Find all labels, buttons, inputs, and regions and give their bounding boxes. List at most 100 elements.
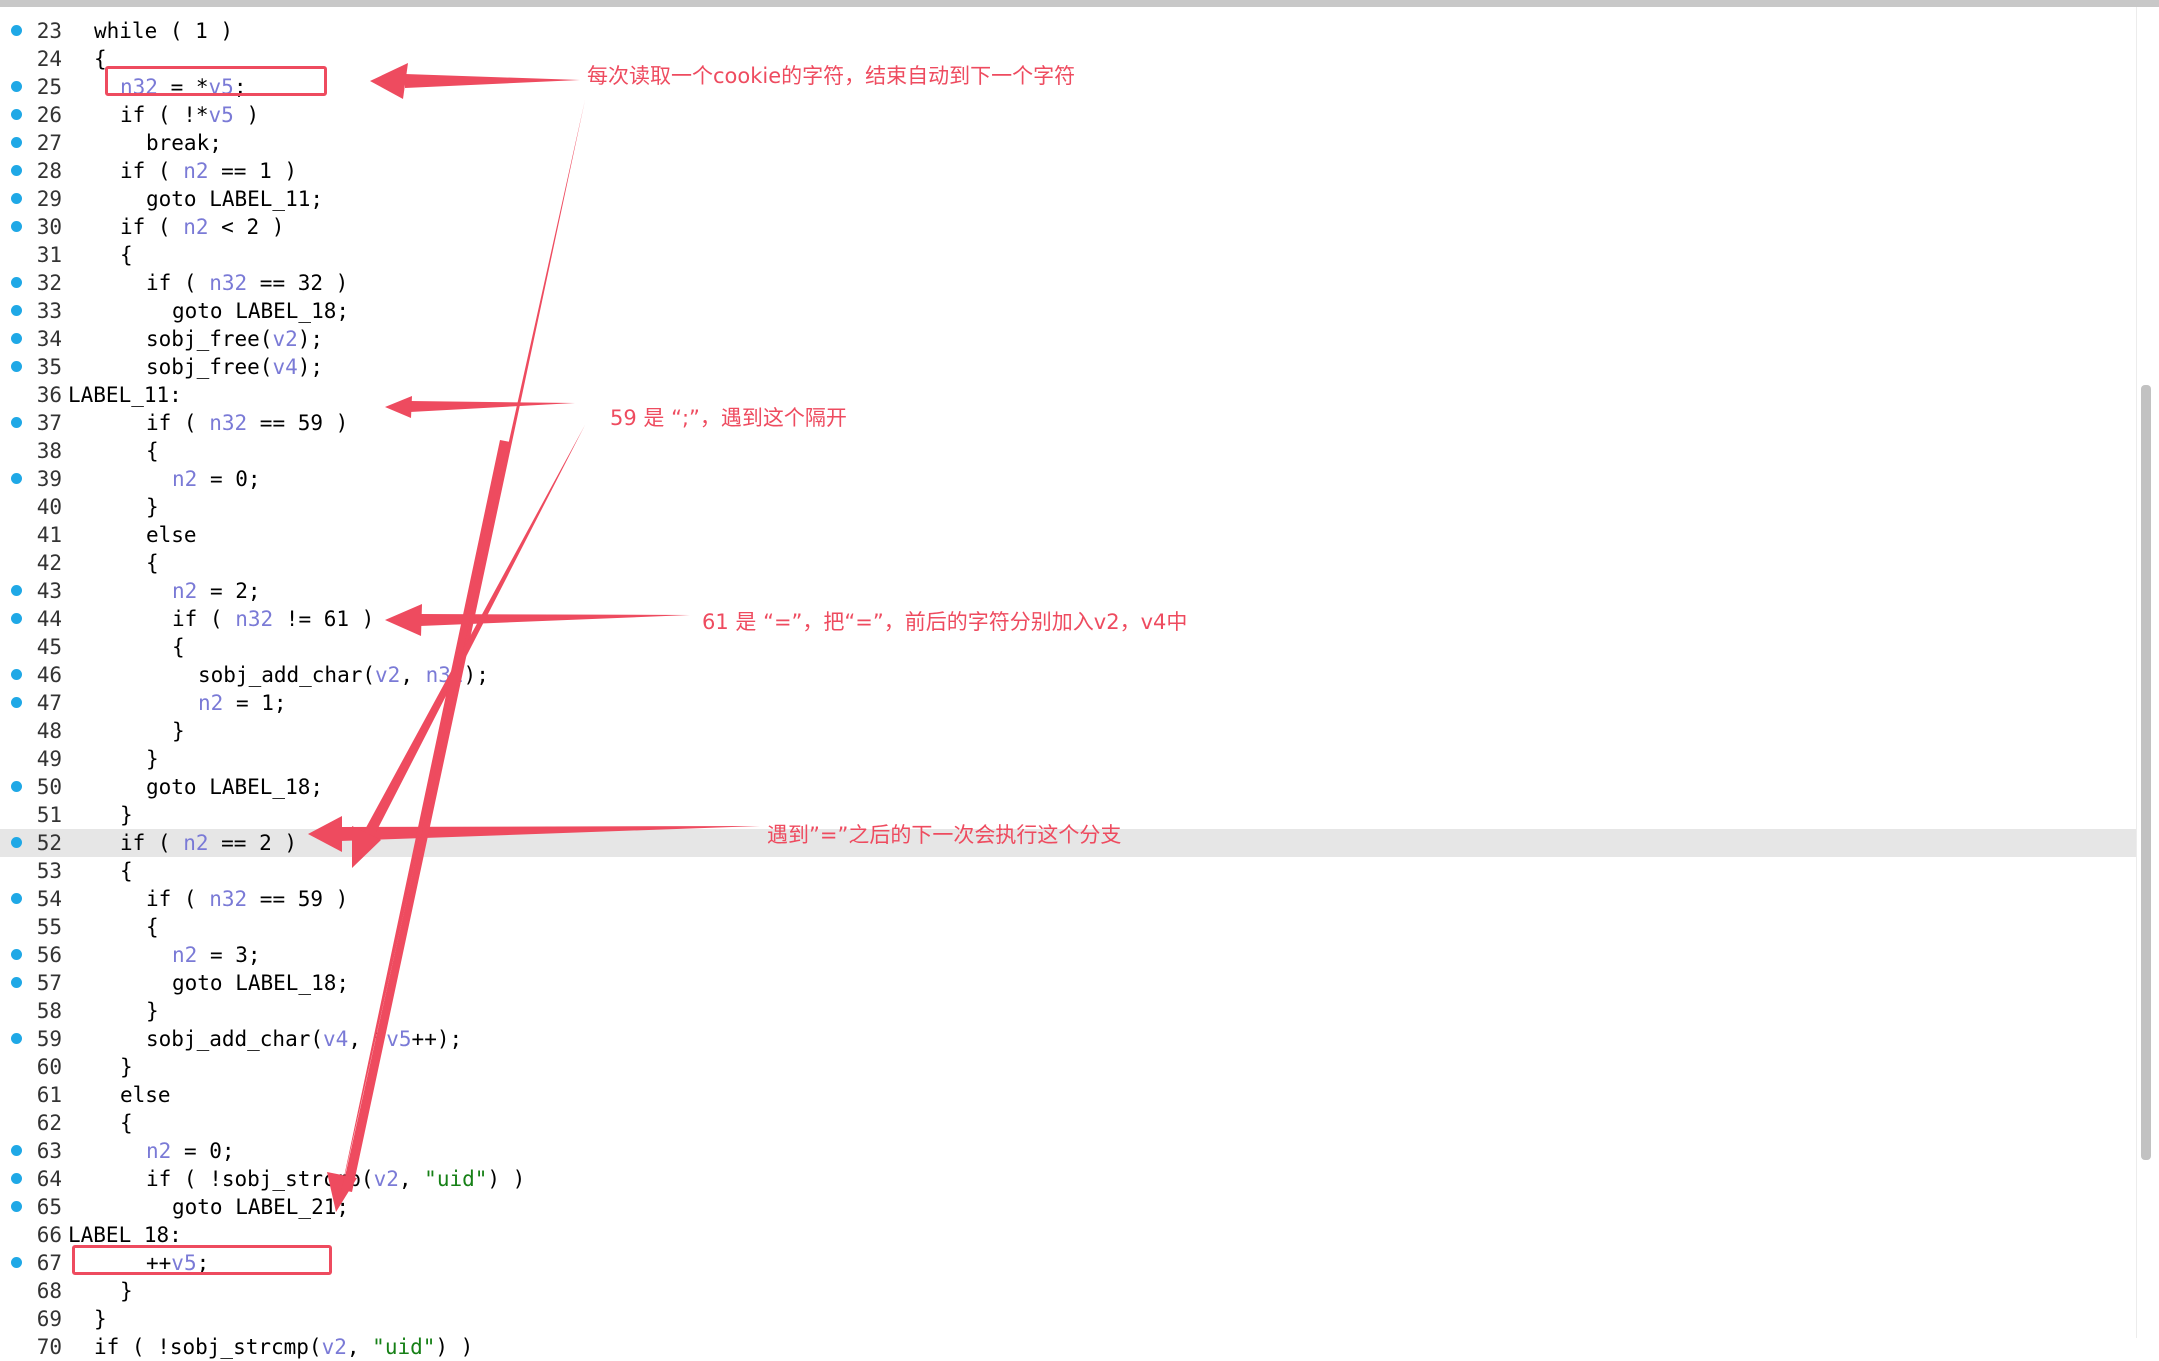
code-token: = 2; xyxy=(197,579,261,603)
breakpoint-dot-icon[interactable] xyxy=(11,473,22,484)
code-line[interactable]: 58} xyxy=(0,997,2136,1025)
breakpoint-dot-icon[interactable] xyxy=(11,333,22,344)
code-line[interactable]: 68} xyxy=(0,1277,2136,1305)
breakpoint-dot-icon[interactable] xyxy=(11,1201,22,1212)
code-token: ); xyxy=(463,663,489,687)
code-line[interactable]: 63 n2 = 0; xyxy=(0,1137,2136,1165)
breakpoint-dot-icon[interactable] xyxy=(11,781,22,792)
breakpoint-dot-icon[interactable] xyxy=(11,837,22,848)
breakpoint-dot-icon[interactable] xyxy=(11,949,22,960)
breakpoint-dot-icon[interactable] xyxy=(11,417,22,428)
code-line[interactable]: 37 if ( n32 == 59 ) xyxy=(0,409,2136,437)
line-number: 58 xyxy=(36,999,62,1023)
code-line[interactable]: 50 goto LABEL_18; xyxy=(0,773,2136,801)
breakpoint-dot-icon[interactable] xyxy=(11,893,22,904)
code-token: == 2 ) xyxy=(208,831,298,855)
code-line[interactable]: 61 else xyxy=(0,1081,2136,1109)
breakpoint-dot-icon[interactable] xyxy=(11,165,22,176)
breakpoint-dot-icon[interactable] xyxy=(11,977,22,988)
code-text: { xyxy=(146,549,159,577)
code-line[interactable]: 70 if ( !sobj_strcmp(v2, "uid") ) xyxy=(0,1333,2136,1361)
code-line[interactable]: 60} xyxy=(0,1053,2136,1081)
code-token: , xyxy=(398,1167,425,1191)
code-text: } xyxy=(120,1053,133,1081)
line-number: 39 xyxy=(36,467,62,491)
code-line[interactable]: 34 sobj_free(v2); xyxy=(0,325,2136,353)
code-line[interactable]: 65 goto LABEL_21; xyxy=(0,1193,2136,1221)
scrollbar-thumb[interactable] xyxy=(2141,385,2151,1160)
code-line[interactable]: 29 goto LABEL_11; xyxy=(0,185,2136,213)
code-token: } xyxy=(146,495,159,519)
code-line[interactable]: 27 break; xyxy=(0,129,2136,157)
code-line[interactable]: 54 if ( n32 == 59 ) xyxy=(0,885,2136,913)
code-line[interactable]: 35 sobj_free(v4); xyxy=(0,353,2136,381)
code-text: n2 = 1; xyxy=(198,689,287,717)
code-token: == 1 ) xyxy=(208,159,298,183)
code-line[interactable]: 43 n2 = 2; xyxy=(0,577,2136,605)
code-line[interactable]: 26 if ( !*v5 ) xyxy=(0,101,2136,129)
code-text: if ( !sobj_strcmp(v2, "uid") ) xyxy=(94,1333,473,1361)
code-token: sobj_free( xyxy=(146,355,273,379)
breakpoint-dot-icon[interactable] xyxy=(11,305,22,316)
breakpoint-dot-icon[interactable] xyxy=(11,697,22,708)
code-line[interactable]: 46 sobj_add_char(v2, n32); xyxy=(0,661,2136,689)
code-line[interactable]: 32 if ( n32 == 32 ) xyxy=(0,269,2136,297)
code-line[interactable]: 47 n2 = 1; xyxy=(0,689,2136,717)
code-line[interactable]: 59 sobj_add_char(v4, *v5++); xyxy=(0,1025,2136,1053)
annotation-59-semicolon: 59 是 “;”，遇到这个隔开 xyxy=(610,406,847,430)
code-token: { xyxy=(146,439,159,463)
breakpoint-dot-icon[interactable] xyxy=(11,1173,22,1184)
code-line[interactable]: 39 n2 = 0; xyxy=(0,465,2136,493)
code-token: else xyxy=(146,523,197,547)
breakpoint-dot-icon[interactable] xyxy=(11,1257,22,1268)
breakpoint-dot-icon[interactable] xyxy=(11,137,22,148)
breakpoint-dot-icon[interactable] xyxy=(11,193,22,204)
code-line[interactable]: 36 LABEL_11: xyxy=(0,381,2136,409)
code-line[interactable]: 62 { xyxy=(0,1109,2136,1137)
code-token: break; xyxy=(146,131,222,155)
code-token: { xyxy=(120,859,133,883)
code-line[interactable]: 56 n2 = 3; xyxy=(0,941,2136,969)
line-number: 23 xyxy=(36,19,62,43)
code-line[interactable]: 30 if ( n2 < 2 ) xyxy=(0,213,2136,241)
code-line[interactable]: 48} xyxy=(0,717,2136,745)
code-line[interactable]: 49} xyxy=(0,745,2136,773)
code-text: if ( !*v5 ) xyxy=(120,101,259,129)
line-number: 41 xyxy=(36,523,62,547)
code-line[interactable]: 23 while ( 1 ) xyxy=(0,17,2136,45)
breakpoint-dot-icon[interactable] xyxy=(11,1033,22,1044)
code-line[interactable]: 41 else xyxy=(0,521,2136,549)
code-line[interactable]: 28 if ( n2 == 1 ) xyxy=(0,157,2136,185)
code-line[interactable]: 45 { xyxy=(0,633,2136,661)
code-line[interactable]: 53 { xyxy=(0,857,2136,885)
breakpoint-dot-icon[interactable] xyxy=(11,613,22,624)
code-line[interactable]: 40} xyxy=(0,493,2136,521)
pseudocode-editor[interactable]: 23 while ( 1 ) 24{25 n32 = *v5; 26 if ( !*v5 … xyxy=(0,7,2136,1359)
code-variable: v2 xyxy=(272,327,298,351)
code-token: goto LABEL_11; xyxy=(146,187,324,211)
breakpoint-dot-icon[interactable] xyxy=(11,221,22,232)
code-line[interactable]: 42 { xyxy=(0,549,2136,577)
code-line[interactable]: 38 { xyxy=(0,437,2136,465)
highlight-box-line-25 xyxy=(105,66,327,96)
code-line[interactable]: 55 { xyxy=(0,913,2136,941)
code-line[interactable]: 31 { xyxy=(0,241,2136,269)
code-token: == 59 ) xyxy=(247,411,349,435)
breakpoint-dot-icon[interactable] xyxy=(11,109,22,120)
code-token: if ( !sobj_strcmp( xyxy=(146,1167,374,1191)
breakpoint-dot-icon[interactable] xyxy=(11,1145,22,1156)
code-line[interactable]: 57 goto LABEL_18; xyxy=(0,969,2136,997)
breakpoint-dot-icon[interactable] xyxy=(11,277,22,288)
breakpoint-dot-icon[interactable] xyxy=(11,81,22,92)
breakpoint-dot-icon[interactable] xyxy=(11,669,22,680)
code-line[interactable]: 33 goto LABEL_18; xyxy=(0,297,2136,325)
code-line[interactable]: 69} xyxy=(0,1305,2136,1333)
breakpoint-dot-icon[interactable] xyxy=(11,585,22,596)
code-token: = 3; xyxy=(197,943,261,967)
breakpoint-dot-icon[interactable] xyxy=(11,25,22,36)
breakpoint-dot-icon[interactable] xyxy=(11,361,22,372)
code-text: { xyxy=(146,913,159,941)
line-number: 25 xyxy=(36,75,62,99)
code-line[interactable]: 64 if ( !sobj_strcmp(v2, "uid") ) xyxy=(0,1165,2136,1193)
code-token: } xyxy=(146,747,159,771)
